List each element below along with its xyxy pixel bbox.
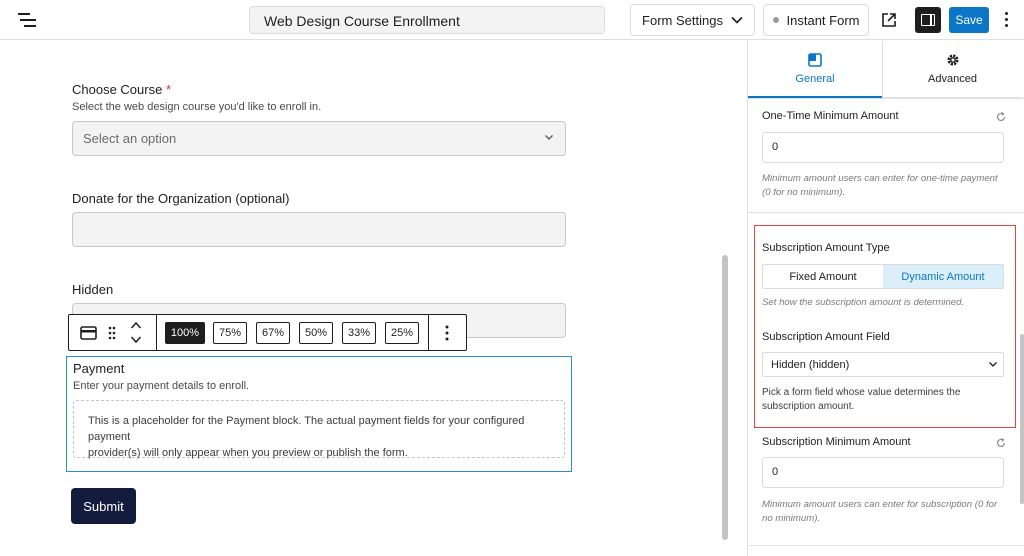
reset-icon[interactable]: [996, 438, 1006, 448]
more-options-icon[interactable]: [1003, 12, 1009, 28]
choose-course-help: Select the web design course you'd like …: [72, 101, 322, 113]
required-mark: *: [165, 82, 172, 97]
select-placeholder: Select an option: [83, 131, 177, 146]
menu-icon[interactable]: [18, 13, 36, 27]
width-50-button[interactable]: 50%: [299, 322, 333, 344]
subscription-type-help: Set how the subscription amount is deter…: [762, 297, 965, 308]
fixed-amount-option[interactable]: Fixed Amount: [763, 265, 883, 288]
settings-panel-toggle[interactable]: [915, 7, 941, 33]
chevron-down-icon: [545, 135, 553, 140]
block-options-icon[interactable]: [445, 325, 449, 341]
status-dot-icon: [772, 17, 779, 23]
block-icon: [808, 52, 822, 67]
form-title-field[interactable]: Web Design Course Enrollment: [249, 6, 605, 34]
chevron-down-icon: [731, 16, 743, 24]
width-100-button[interactable]: 100%: [165, 322, 205, 344]
subscription-type-toggle: Fixed Amount Dynamic Amount: [762, 264, 1004, 289]
payment-block[interactable]: Payment Enter your payment details to en…: [66, 356, 572, 472]
subscription-field-help: Pick a form field whose value determines…: [762, 387, 961, 412]
form-settings-button[interactable]: Form Settings: [630, 4, 755, 36]
tab-advanced[interactable]: Advanced: [882, 41, 1022, 98]
width-25-button[interactable]: 25%: [385, 322, 419, 344]
divider: [748, 212, 1024, 213]
toolbar-divider: [156, 315, 157, 350]
width-33-button[interactable]: 33%: [342, 322, 376, 344]
instant-form-button[interactable]: Instant Form: [763, 4, 869, 36]
sidebar-icon: [921, 14, 935, 26]
subscription-min-input[interactable]: 0: [762, 457, 1004, 488]
hidden-label: Hidden: [72, 282, 114, 297]
donate-input[interactable]: [72, 212, 566, 247]
width-75-button[interactable]: 75%: [213, 322, 247, 344]
settings-sidebar: General Advanced One-Time Minimum Amount…: [747, 41, 1024, 556]
payment-placeholder: This is a placeholder for the Payment bl…: [73, 400, 565, 459]
subscription-type-label: Subscription Amount Type: [762, 242, 890, 254]
submit-button[interactable]: Submit: [71, 488, 136, 524]
one-time-min-label: One-Time Minimum Amount: [762, 110, 899, 122]
tab-general[interactable]: General: [748, 41, 882, 98]
choose-course-label: Choose Course *: [72, 82, 172, 97]
save-button[interactable]: Save: [949, 7, 989, 33]
one-time-min-input[interactable]: 0: [762, 132, 1004, 163]
reset-icon[interactable]: [996, 112, 1006, 122]
toolbar-divider: [428, 315, 429, 350]
top-bar: Web Design Course Enrollment Form Settin…: [0, 0, 1024, 40]
block-toolbar: 100% 75% 67% 50% 33% 25%: [68, 314, 467, 351]
external-link-icon[interactable]: [880, 11, 898, 29]
width-67-button[interactable]: 67%: [256, 322, 290, 344]
dynamic-amount-option[interactable]: Dynamic Amount: [883, 265, 1003, 288]
gear-icon: [947, 54, 958, 66]
form-settings-label: Form Settings: [642, 12, 723, 28]
move-down-icon[interactable]: [130, 335, 142, 344]
subscription-field-label: Subscription Amount Field: [762, 331, 890, 343]
divider: [748, 98, 1024, 99]
payment-label: Payment: [73, 361, 125, 376]
payment-help: Enter your payment details to enroll.: [73, 380, 250, 392]
sidebar-scrollbar[interactable]: [1020, 334, 1024, 504]
divider: [748, 545, 1024, 546]
donate-label: Donate for the Organization (optional): [72, 191, 290, 206]
subscription-min-help: Minimum amount users can enter for subsc…: [762, 499, 998, 524]
choose-course-select[interactable]: Select an option: [72, 121, 566, 156]
move-up-icon[interactable]: [130, 321, 142, 330]
card-icon[interactable]: [80, 326, 97, 340]
drag-handle-icon[interactable]: [108, 326, 116, 340]
subscription-min-label: Subscription Minimum Amount: [762, 436, 911, 448]
canvas-scrollbar[interactable]: [722, 255, 728, 540]
one-time-min-help: Minimum amount users can enter for one-t…: [762, 173, 998, 198]
subscription-field-select[interactable]: Hidden (hidden): [762, 352, 1004, 377]
chevron-down-icon: [989, 362, 997, 367]
instant-form-label: Instant Form: [786, 12, 860, 28]
form-canvas: [0, 41, 746, 556]
